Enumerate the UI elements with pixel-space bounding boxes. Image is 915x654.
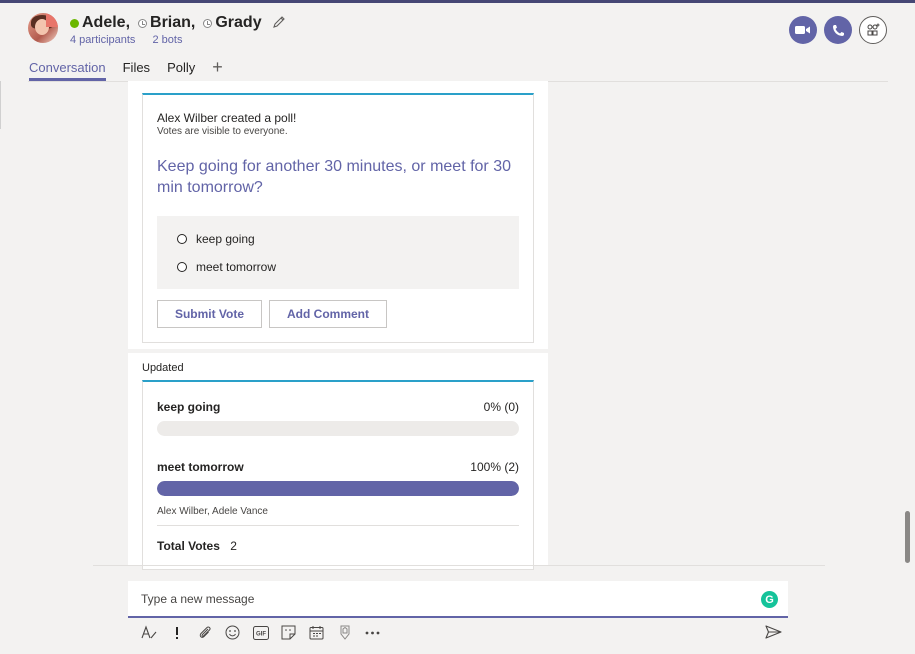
total-votes: Total Votes 2 [157,539,237,553]
voters-list: Alex Wilber, Adele Vance [157,506,268,517]
poll-options: keep going meet tomorrow [157,216,519,289]
channel-tabs: Conversation Files Polly + [29,58,223,81]
participants-count[interactable]: 4 participants [70,34,135,46]
result-value: 100% (2) [470,460,519,474]
add-people-button[interactable] [859,16,887,44]
updated-label: Updated [142,362,184,374]
results-message: Updated keep going 0% (0) meet tomorrow … [128,353,548,570]
message-input[interactable]: Type a new message [141,592,254,606]
result-label: keep going [157,400,221,414]
radio-button[interactable] [177,262,187,272]
poll-card: Alex Wilber created a poll! Votes are vi… [142,93,534,343]
meeting-icon[interactable] [308,624,325,641]
away-status-icon [203,18,213,28]
submit-vote-button[interactable]: Submit Vote [157,300,262,328]
poll-creator-text: Alex Wilber created a poll! [157,111,297,125]
gif-icon[interactable]: GIF [252,624,269,641]
call-buttons [782,16,887,44]
more-icon[interactable] [364,624,381,641]
results-card: keep going 0% (0) meet tomorrow 100% (2)… [142,380,534,570]
scrollbar-thumb[interactable] [905,511,910,563]
svg-text:GIF: GIF [256,631,266,637]
send-icon[interactable] [765,625,783,641]
phone-icon [832,24,844,36]
result-label: meet tomorrow [157,460,244,474]
bots-count[interactable]: 2 bots [153,34,183,46]
tab-conversation[interactable]: Conversation [29,60,106,81]
add-tab-icon[interactable]: + [212,58,223,76]
participant-grady[interactable]: Grady [203,14,262,32]
option-label: meet tomorrow [196,260,277,274]
away-status-icon [138,18,148,28]
emoji-icon[interactable] [224,624,241,641]
poll-visibility-text: Votes are visible to everyone. [157,126,288,137]
chat-header: Adele, Brian, Grady 4 participants 2 bot… [0,3,915,82]
praise-icon[interactable] [336,624,353,641]
left-edge [0,81,1,129]
online-status-icon [70,18,79,28]
results-divider [157,525,519,526]
audio-call-button[interactable] [824,16,852,44]
grammarly-icon[interactable]: G [761,591,778,608]
chat-meta: 4 participants 2 bots [70,34,196,46]
compose-divider [93,565,825,566]
compose-box[interactable]: Type a new message G [128,581,788,618]
add-comment-button[interactable]: Add Comment [269,300,387,328]
participant-name: Grady [215,14,262,31]
pencil-icon[interactable] [272,15,286,32]
participant-name: Brian, [150,14,196,31]
poll-option-keep-going[interactable]: keep going [177,232,255,246]
important-icon[interactable] [168,624,185,641]
compose-toolbar: GIF [140,624,392,641]
poll-actions: Submit Vote Add Comment [157,300,394,328]
result-bar-fill [157,481,519,496]
tab-files[interactable]: Files [123,60,150,78]
participant-name: Adele, [82,14,131,31]
group-avatar[interactable] [28,13,58,43]
tab-polly[interactable]: Polly [167,60,195,78]
result-bar [157,481,519,496]
add-people-icon [867,23,880,36]
attach-icon[interactable] [196,624,213,641]
total-votes-label: Total Votes [157,539,220,553]
sticker-icon[interactable] [280,624,297,641]
participant-names[interactable]: Adele, Brian, Grady [70,14,286,32]
video-camera-icon [795,26,810,34]
poll-message: Alex Wilber created a poll! Votes are vi… [128,81,548,349]
format-icon[interactable] [140,624,157,641]
option-label: keep going [196,232,255,246]
total-votes-value: 2 [230,539,237,553]
result-value: 0% (0) [483,400,519,414]
result-bar [157,421,519,436]
poll-option-meet-tomorrow[interactable]: meet tomorrow [177,260,276,274]
participant-brian[interactable]: Brian, [138,14,195,32]
video-call-button[interactable] [789,16,817,44]
poll-question: Keep going for another 30 minutes, or me… [157,158,511,196]
radio-button[interactable] [177,234,187,244]
participant-adele[interactable]: Adele, [70,14,130,32]
